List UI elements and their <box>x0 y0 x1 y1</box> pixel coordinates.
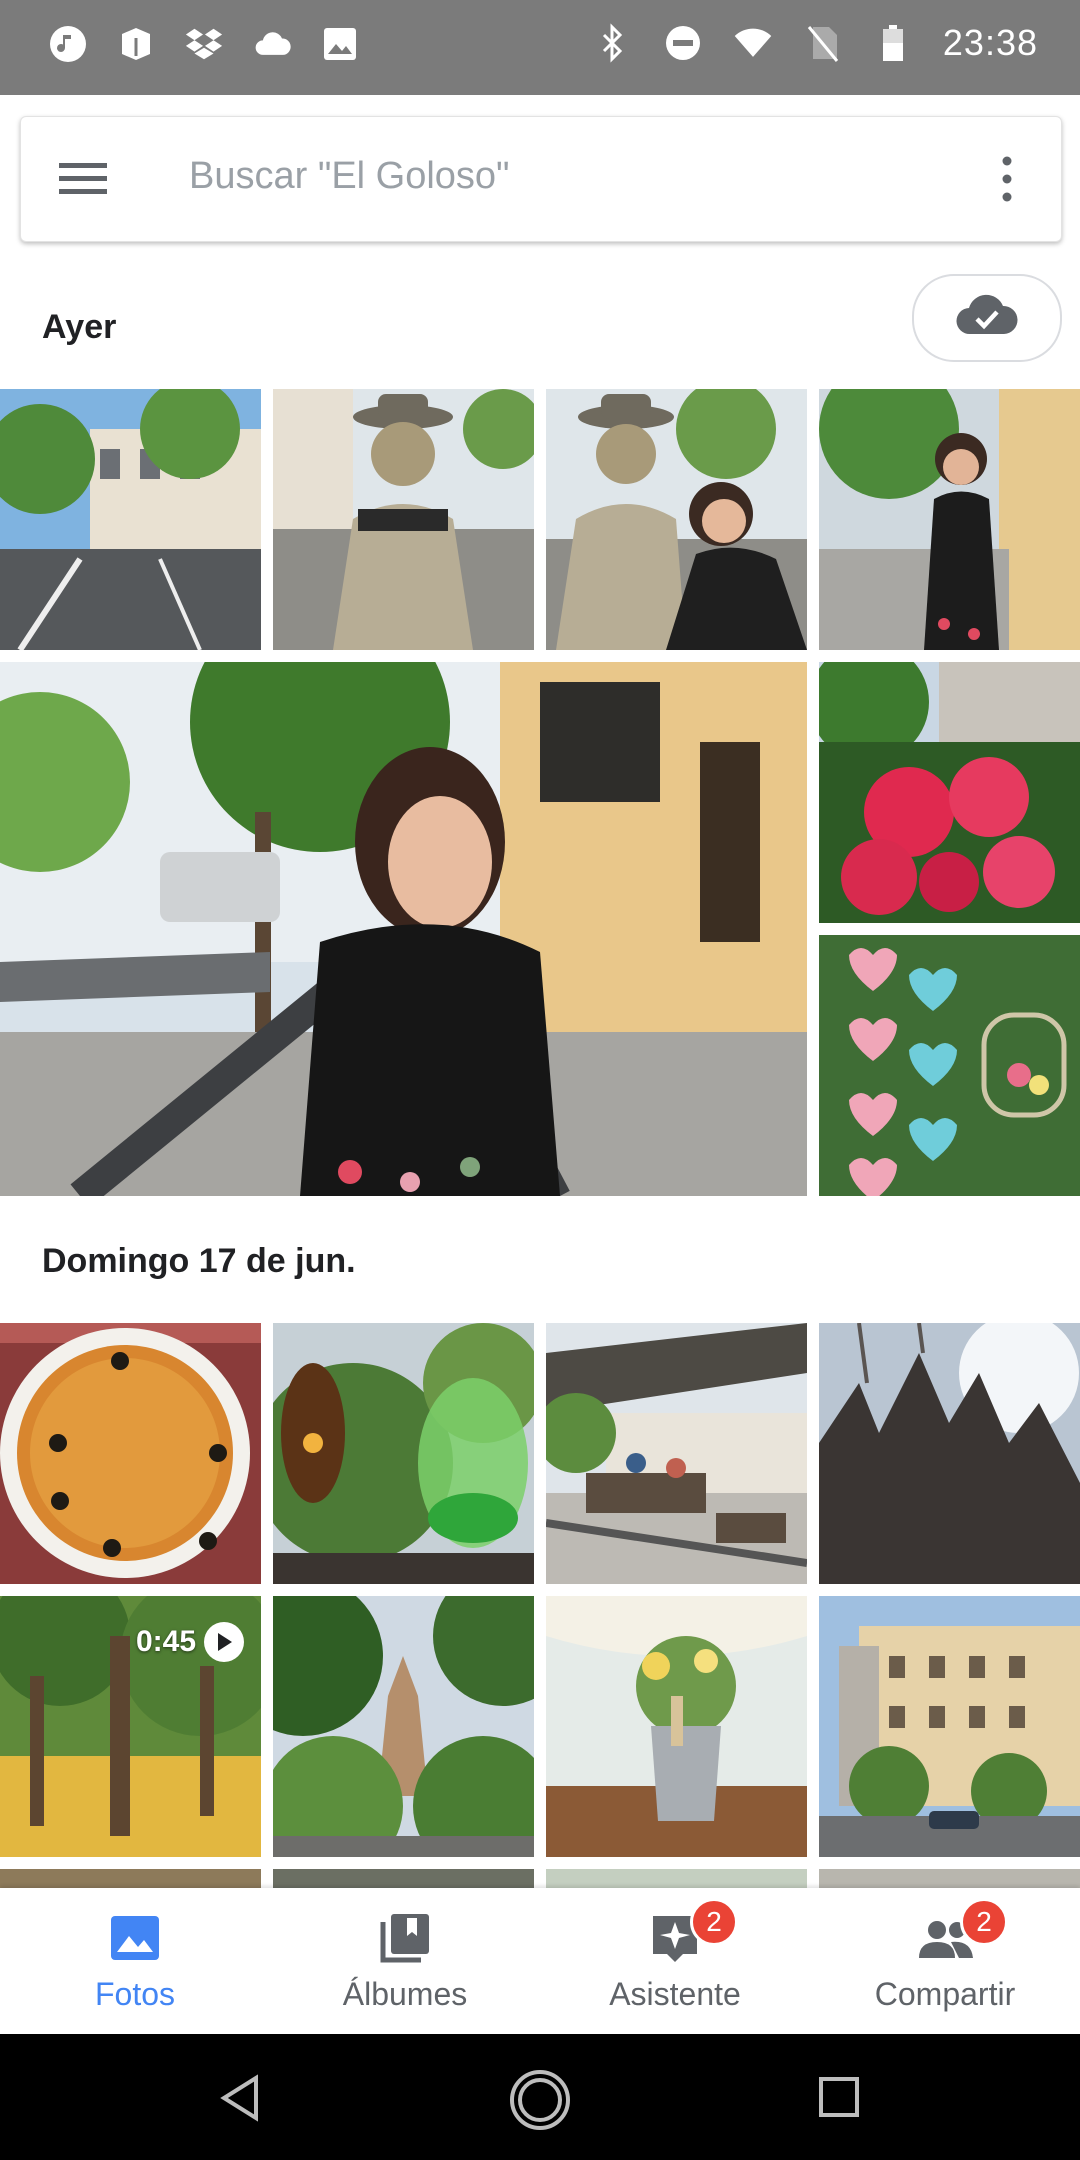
section-title-sunday: Domingo 17 de jun. <box>42 1242 356 1280</box>
photo-thumbnail[interactable] <box>819 662 1080 923</box>
status-left-icons <box>48 24 360 64</box>
no-sim-icon <box>803 23 843 63</box>
photo-thumbnail[interactable] <box>819 1596 1080 1857</box>
photo-thumbnail[interactable] <box>819 935 1080 1196</box>
nav-label: Compartir <box>874 1976 1016 2012</box>
photo-thumbnail[interactable] <box>0 1869 261 1888</box>
section-title-yesterday: Ayer <box>42 308 117 346</box>
bluetooth-icon <box>593 23 633 63</box>
bottom-navigation: Fotos Álbumes 2 Asistente 2 Compartir <box>0 1888 1080 2034</box>
nav-item-albums[interactable]: Álbumes <box>270 1888 540 2034</box>
photo-thumbnail[interactable] <box>546 1596 807 1857</box>
cloud-done-icon <box>954 294 1020 343</box>
back-icon[interactable] <box>218 2074 262 2127</box>
albums-icon <box>375 1908 435 1968</box>
recents-icon[interactable] <box>818 2076 860 2123</box>
nav-label: Fotos <box>94 1976 176 2012</box>
photo-thumbnail[interactable] <box>273 389 534 650</box>
status-time: 23:38 <box>942 22 1038 63</box>
search-input[interactable]: Buscar "El Goloso" <box>189 155 510 198</box>
cloud-icon <box>252 24 292 64</box>
nav-label: Álbumes <box>342 1976 468 2012</box>
system-navigation-bar <box>0 2034 1080 2160</box>
music-icon <box>48 24 88 64</box>
status-bar: 23:38 <box>0 0 1080 95</box>
box-icon <box>116 24 156 64</box>
dropbox-icon <box>184 24 224 64</box>
video-duration: 0:45 <box>136 1625 197 1658</box>
photo-thumbnail[interactable] <box>273 1869 534 1888</box>
photo-thumbnail[interactable] <box>546 1869 807 1888</box>
nav-item-sharing[interactable]: 2 Compartir <box>810 1888 1080 2034</box>
photo-thumbnail[interactable] <box>0 1323 261 1584</box>
nav-item-photos[interactable]: Fotos <box>0 1888 270 2034</box>
photo-thumbnail[interactable] <box>819 1869 1080 1888</box>
photo-thumbnail[interactable] <box>0 389 261 650</box>
status-right-icons: 23:38 <box>593 22 1038 64</box>
wifi-icon <box>733 23 773 63</box>
photo-thumbnail[interactable] <box>546 1323 807 1584</box>
home-icon[interactable] <box>508 2068 572 2137</box>
photo-thumbnail-large[interactable] <box>0 662 807 1196</box>
search-bar[interactable]: Buscar "El Goloso" <box>20 116 1062 242</box>
photo-thumbnail[interactable] <box>273 1596 534 1857</box>
battery-icon <box>873 23 913 63</box>
photo-thumbnail[interactable] <box>819 1323 1080 1584</box>
play-icon <box>204 1622 245 1662</box>
image-icon <box>320 24 360 64</box>
nav-item-assistant[interactable]: 2 Asistente <box>540 1888 810 2034</box>
dnd-icon <box>663 23 703 63</box>
photo-icon <box>105 1908 165 1968</box>
photo-thumbnail[interactable] <box>819 389 1080 650</box>
more-options-icon[interactable] <box>997 155 1017 203</box>
photo-thumbnail[interactable] <box>546 389 807 650</box>
nav-label: Asistente <box>609 1976 741 2012</box>
photo-thumbnail[interactable] <box>273 1323 534 1584</box>
notification-badge: 2 <box>960 1898 1008 1946</box>
backup-status-button[interactable] <box>912 274 1062 362</box>
notification-badge: 2 <box>690 1898 738 1946</box>
menu-icon[interactable] <box>59 159 107 199</box>
video-duration-badge: 0:45 <box>136 1622 245 1662</box>
